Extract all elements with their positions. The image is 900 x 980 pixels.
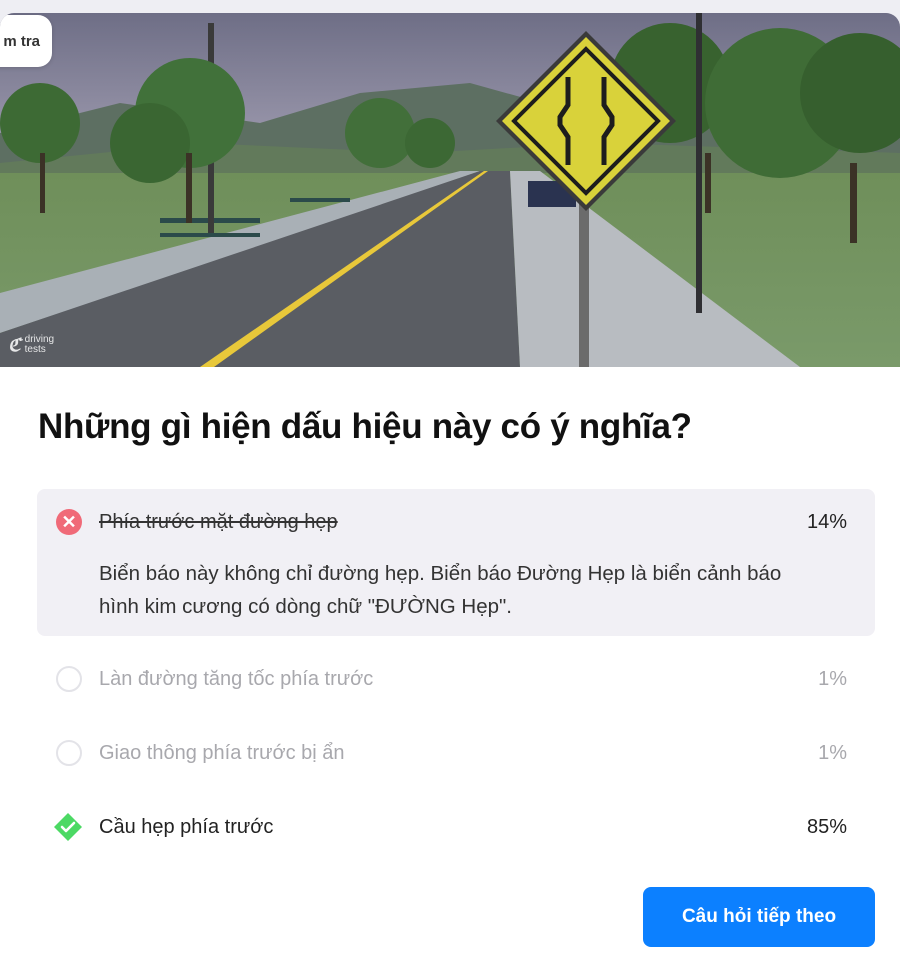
answer-label: Giao thông phía trước bị ẩn: [99, 742, 345, 764]
answer-row: ✕ Phía trước mặt đường hẹp 14%: [37, 509, 875, 539]
question-text: Những gì hiện dấu hiệu này có ý nghĩa?: [38, 407, 692, 446]
answer-option-2[interactable]: Làn đường tăng tốc phía trước 1%: [37, 664, 875, 704]
watermark-text: driving tests: [24, 334, 55, 355]
answer-percent: 14%: [806, 511, 847, 533]
quiz-card: m tra ℭ driving tests Những gì hiện dấu …: [0, 13, 900, 980]
answer-option-1[interactable]: ✕ Phía trước mặt đường hẹp 14% Biển báo …: [37, 489, 875, 636]
answer-percent: 85%: [806, 816, 847, 838]
answer-label: Làn đường tăng tốc phía trước: [99, 668, 374, 690]
driving-tests-watermark: ℭ driving tests: [8, 335, 54, 355]
pill-label: m tra: [3, 32, 40, 50]
answer-label: Cầu hẹp phía trước: [99, 816, 274, 838]
answer-percent: 1%: [818, 668, 847, 690]
next-question-button[interactable]: Câu hỏi tiếp theo: [643, 887, 875, 947]
answer-label: Phía trước mặt đường hẹp: [99, 511, 338, 533]
answer-option-4[interactable]: Cầu hẹp phía trước 85%: [37, 812, 875, 852]
radio-empty-icon: [56, 666, 82, 692]
question-image: m tra ℭ driving tests: [0, 13, 900, 367]
answer-option-3[interactable]: Giao thông phía trước bị ẩn 1%: [37, 738, 875, 778]
answer-explanation: Biển báo này không chỉ đường hẹp. Biển b…: [99, 562, 782, 618]
correct-check-icon: [54, 813, 82, 841]
back-to-test-pill[interactable]: m tra: [0, 15, 52, 67]
wrong-x-icon: ✕: [56, 509, 82, 535]
radio-empty-icon: [56, 740, 82, 766]
driving-tests-logo-icon: ℭ: [8, 335, 21, 355]
road-sign-scene: [0, 13, 900, 367]
answer-percent: 1%: [818, 742, 847, 764]
